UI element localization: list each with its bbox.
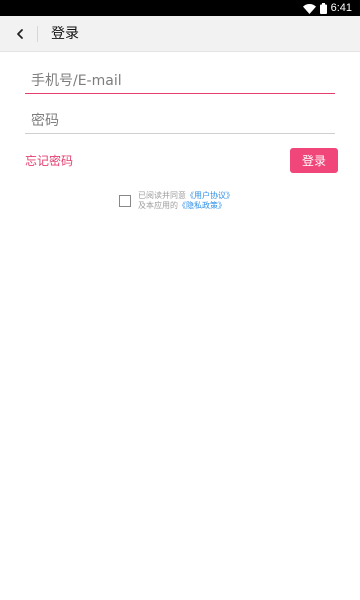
user-agreement-link[interactable]: 《用户协议》 [186,191,234,200]
chevron-left-icon [14,25,26,44]
status-time: 6:41 [330,2,352,14]
privacy-policy-link[interactable]: 《隐私政策》 [178,201,226,210]
app-bar-divider [37,26,38,42]
login-button[interactable]: 登录 [290,148,338,173]
wifi-icon [302,0,316,18]
forgot-password-link[interactable]: 忘记密码 [25,152,73,169]
agreement-middle: 及本应用的 [138,201,178,210]
status-icons: 6:41 [302,0,352,18]
agreement-prefix: 已阅读并同意 [138,191,186,200]
agreement-checkbox[interactable] [119,195,131,207]
agreement-line-1: 已阅读并同意《用户协议》 [138,191,234,201]
battery-icon [319,0,327,18]
app-bar: 登录 [0,16,360,52]
agreement-text: 已阅读并同意《用户协议》 及本应用的《隐私政策》 [138,191,234,211]
agreement-row: 已阅读并同意《用户协议》 及本应用的《隐私政策》 [119,191,269,215]
agreement-line-2: 及本应用的《隐私政策》 [138,201,234,211]
page-title: 登录 [51,26,79,42]
password-input[interactable] [25,108,335,134]
status-bar: 6:41 [0,0,360,16]
back-button[interactable] [6,20,34,48]
phone-email-input[interactable] [25,68,335,94]
